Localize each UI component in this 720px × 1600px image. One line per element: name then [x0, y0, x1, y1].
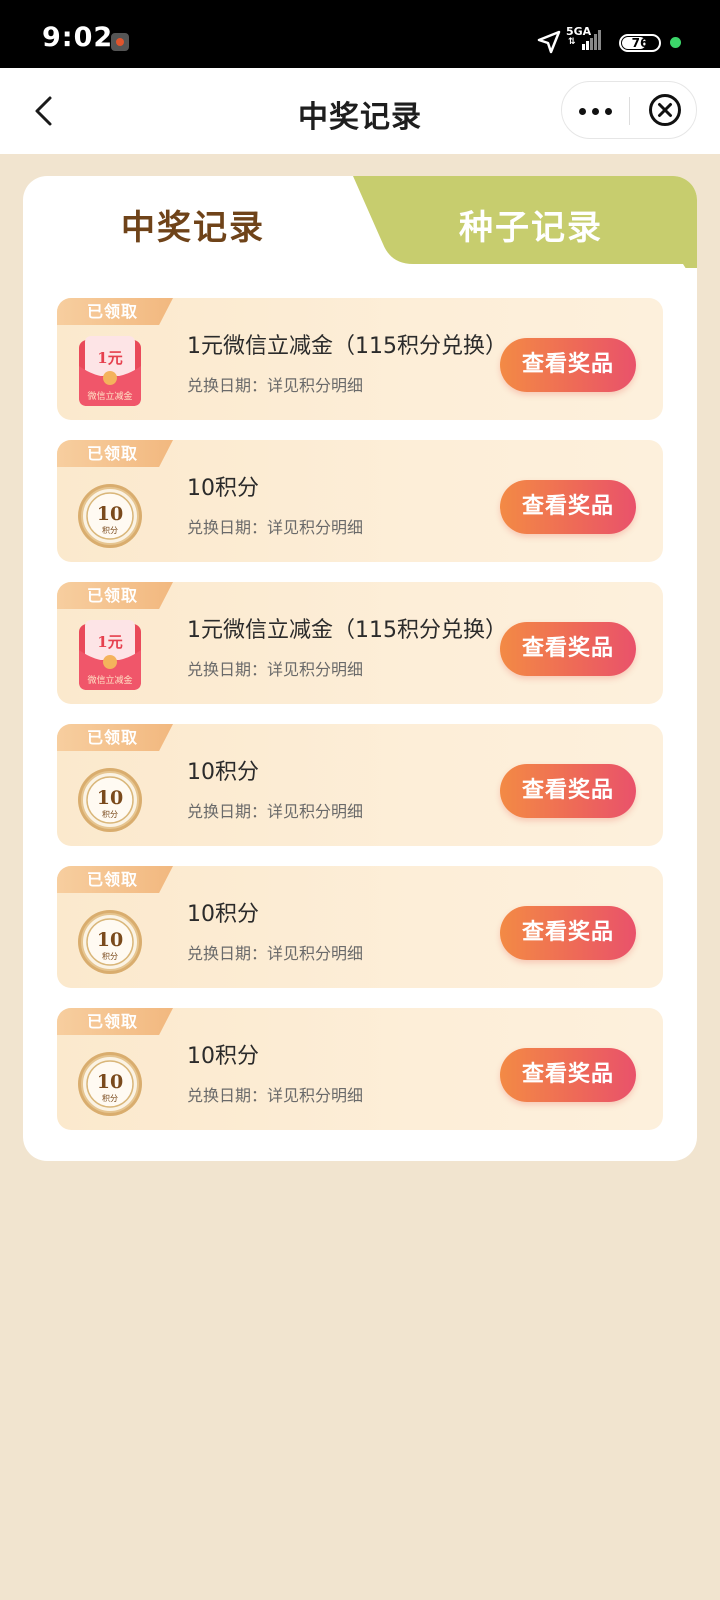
signal-icon	[582, 30, 601, 50]
app-notification-icon	[111, 33, 129, 51]
prize-icon: 10 积分	[77, 478, 143, 550]
prize-icon: 1元微信立减金	[77, 336, 143, 408]
exchange-date: 兑换日期：详见积分明细	[187, 802, 364, 821]
status-bar: 9:02 5GA ⇅ 76	[0, 0, 720, 68]
prize-icon: 1元微信立减金	[77, 620, 143, 692]
envelope-amount-label: 1元	[97, 633, 122, 651]
view-prize-button[interactable]: 查看奖品	[500, 480, 636, 534]
coin-amount-label: 10	[97, 787, 123, 809]
privacy-indicator-dot	[670, 37, 681, 48]
prize-name: 10积分	[187, 1044, 259, 1069]
claimed-status-badge: 已领取	[57, 1008, 173, 1035]
claimed-status-badge: 已领取	[57, 866, 173, 893]
claimed-status-badge: 已领取	[57, 724, 173, 751]
red-envelope-icon: 1元微信立减金	[79, 336, 141, 406]
prize-name: 10积分	[187, 760, 259, 785]
close-icon[interactable]	[648, 93, 682, 127]
tab-prize-records[interactable]: 中奖记录	[121, 200, 265, 249]
prize-icon: 10 积分	[77, 762, 143, 834]
view-prize-button[interactable]: 查看奖品	[500, 764, 636, 818]
view-prize-button[interactable]: 查看奖品	[500, 1048, 636, 1102]
claimed-status-badge: 已领取	[57, 440, 173, 467]
battery-level: 76	[631, 36, 649, 50]
tab-seed-records[interactable]: 种子记录	[459, 200, 603, 249]
location-icon	[537, 30, 561, 54]
points-coin-icon: 10积分	[78, 910, 142, 974]
coin-caption: 积分	[102, 525, 118, 535]
exchange-date: 兑换日期：详见积分明细	[187, 376, 364, 395]
coin-amount-label: 10	[97, 1071, 123, 1093]
prize-name: 1元微信立减金（115积分兑换）	[187, 334, 507, 359]
coin-caption: 积分	[102, 951, 118, 961]
exchange-date: 兑换日期：详见积分明细	[187, 518, 364, 537]
capsule-divider	[629, 97, 630, 125]
prize-name: 1元微信立减金（115积分兑换）	[187, 618, 507, 643]
coin-amount-label: 10	[97, 929, 123, 951]
coin-caption: 积分	[102, 1093, 118, 1103]
view-prize-button[interactable]: 查看奖品	[500, 906, 636, 960]
envelope-amount-label: 1元	[97, 349, 122, 367]
navigation-bar: 中奖记录	[0, 68, 720, 154]
prize-record-item: 已领取 10 积分 10积分 兑换日期：详见积分明细 查看奖品	[57, 440, 663, 562]
exchange-date: 兑换日期：详见积分明细	[187, 660, 364, 679]
coin-caption: 积分	[102, 809, 118, 819]
more-icon[interactable]	[574, 96, 616, 124]
claimed-status-badge: 已领取	[57, 298, 173, 325]
envelope-caption: 微信立减金	[87, 674, 132, 686]
points-coin-icon: 10积分	[78, 484, 142, 548]
prize-record-list: 已领取 1元 微信立减金 1元微信立减金（115积分兑换） 兑换日期：详见积分明细…	[57, 298, 663, 1150]
mini-program-capsule	[561, 81, 697, 139]
points-coin-icon: 10积分	[78, 1052, 142, 1116]
prize-icon: 10 积分	[77, 904, 143, 976]
battery-icon: 76	[619, 34, 661, 52]
prize-record-item: 已领取 10 积分 10积分 兑换日期：详见积分明细 查看奖品	[57, 724, 663, 846]
prize-name: 10积分	[187, 902, 259, 927]
prize-record-item: 已领取 1元微信立减金 1元微信立减金（115积分兑换） 兑换日期：详见积分明细…	[57, 298, 663, 420]
prize-record-item: 已领取 1元微信立减金 1元微信立减金（115积分兑换） 兑换日期：详见积分明细…	[57, 582, 663, 704]
red-envelope-icon: 1元微信立减金	[79, 620, 141, 690]
prize-icon: 10 积分	[77, 1046, 143, 1118]
view-prize-button[interactable]: 查看奖品	[500, 622, 636, 676]
prize-name: 10积分	[187, 476, 259, 501]
points-coin-icon: 10积分	[78, 768, 142, 832]
records-panel: 中奖记录 种子记录 已领取 1元 微信立减金 1元微信立减金（115积分兑换） 兑…	[23, 176, 697, 1161]
prize-record-item: 已领取 10 积分 10积分 兑换日期：详见积分明细 查看奖品	[57, 866, 663, 988]
exchange-date: 兑换日期：详见积分明细	[187, 1086, 364, 1105]
view-prize-button[interactable]: 查看奖品	[500, 338, 636, 392]
envelope-caption: 微信立减金	[87, 390, 132, 402]
status-time: 9:02	[42, 22, 114, 53]
prize-record-item: 已领取 10 积分 10积分 兑换日期：详见积分明细 查看奖品	[57, 1008, 663, 1130]
coin-amount-label: 10	[97, 503, 123, 525]
exchange-date: 兑换日期：详见积分明细	[187, 944, 364, 963]
claimed-status-badge: 已领取	[57, 582, 173, 609]
